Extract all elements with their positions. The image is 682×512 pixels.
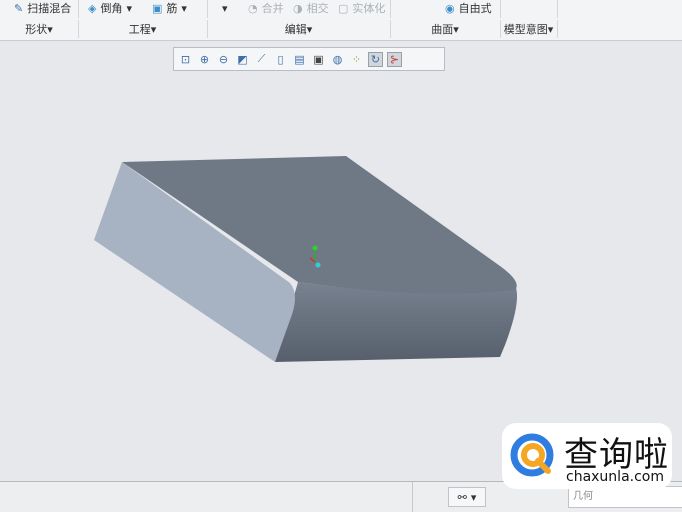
binoculars-icon: ⚯ xyxy=(457,490,467,504)
chevron-down-icon: ▾ xyxy=(470,490,477,504)
find-button[interactable]: ⚯ ▾ xyxy=(448,487,486,507)
selection-filter[interactable]: 几何 xyxy=(568,486,682,508)
watermark-logo-icon xyxy=(510,433,554,477)
watermark: 查询啦 chaxunla.com xyxy=(502,423,672,489)
model-front-face xyxy=(275,282,518,362)
